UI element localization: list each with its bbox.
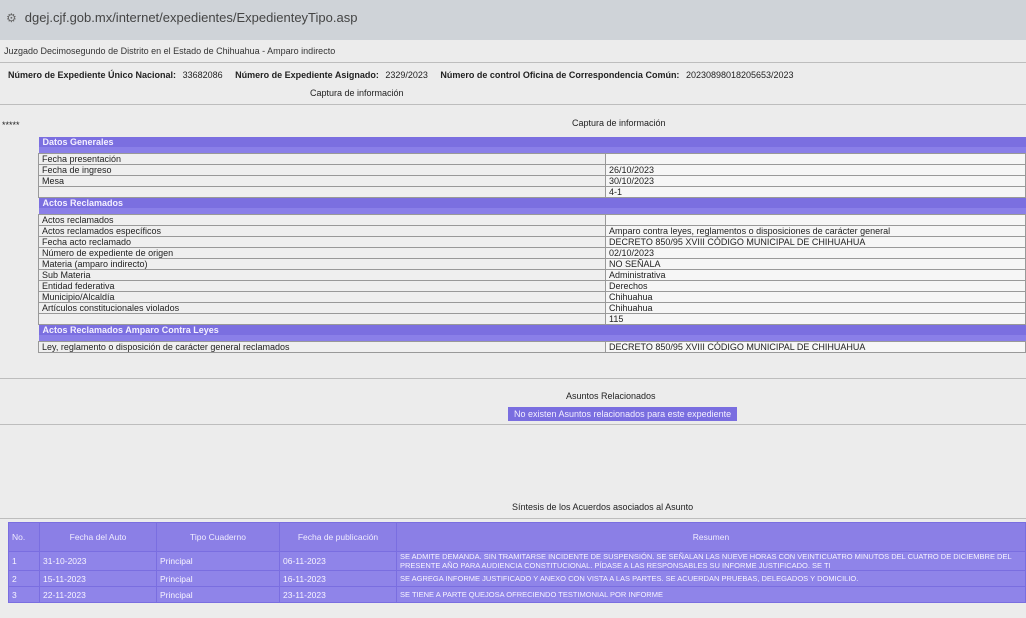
col-header: Tipo Cuaderno: [156, 522, 280, 552]
stars: *****: [2, 120, 20, 130]
table-row: 2 15-11-2023 Principal 16-11-2023 SE AGR…: [8, 570, 1026, 587]
court-name: Juzgado Decimosegundo de Distrito en el …: [4, 46, 336, 56]
expediente-header: Número de Expediente Único Nacional: 336…: [8, 70, 804, 80]
address-bar[interactable]: ⚙ dgej.cjf.gob.mx/internet/expedientes/E…: [6, 10, 357, 25]
table-row: Artículos constitucionales violados Chihu…: [38, 302, 1026, 314]
sintesis-title: Síntesis de los Acuerdos asociados al As…: [512, 502, 694, 512]
table-row: Materia (amparo indirecto) NO SEÑALA: [38, 258, 1026, 270]
divider: [0, 62, 1026, 63]
control-label: Número de control Oficina de Corresponde…: [440, 70, 680, 80]
numero-asignado-label: Número de Expediente Asignado:: [235, 70, 379, 80]
table-header-row: No. Fecha del Auto Tipo Cuaderno Fecha d…: [8, 522, 1026, 552]
acuerdos-table: No. Fecha del Auto Tipo Cuaderno Fecha d…: [8, 522, 1026, 603]
table-row: Municipio/Alcaldía Chihuahua: [38, 291, 1026, 303]
table-row: Ley, reglamento o disposición de carácte…: [38, 341, 1026, 353]
divider: [0, 424, 1026, 425]
table-row: Fecha presentación: [38, 153, 1026, 165]
table-row: 4-1: [38, 186, 1026, 198]
captura-label-2: Captura de información: [572, 118, 666, 128]
col-header: Resumen: [396, 522, 1026, 552]
numero-unico-label: Número de Expediente Único Nacional:: [8, 70, 177, 80]
col-header: No.: [8, 522, 40, 552]
control-value: 20230898018205653/2023: [685, 70, 794, 80]
table-row: Actos reclamados específicos Amparo contr…: [38, 225, 1026, 237]
table-row: Fecha de ingreso 26/10/2023: [38, 164, 1026, 176]
col-header: Fecha del Auto: [39, 522, 157, 552]
table-row: Fecha acto reclamado DECRETO 850/95 XVIII…: [38, 236, 1026, 248]
asuntos-empty-message: No existen Asuntos relacionados para est…: [508, 407, 738, 421]
divider: [0, 518, 1026, 519]
numero-asignado-value: 2329/2023: [385, 70, 428, 80]
col-header: Fecha de publicación: [279, 522, 397, 552]
table-row: Número de expediente de origen 02/10/2023: [38, 247, 1026, 259]
site-info-icon[interactable]: ⚙: [6, 11, 17, 25]
divider: [0, 104, 1026, 105]
table-row: Actos reclamados: [38, 214, 1026, 226]
asuntos-title: Asuntos Relacionados: [566, 391, 656, 401]
url-text: dgej.cjf.gob.mx/internet/expedientes/Exp…: [24, 10, 358, 25]
captura-label: Captura de información: [310, 88, 404, 98]
page-content: Juzgado Decimosegundo de Distrito en el …: [0, 40, 1026, 618]
table-row: Entidad federativa Derechos: [38, 280, 1026, 292]
table-row: 3 22-11-2023 Principal 23-11-2023 SE TIE…: [8, 586, 1026, 603]
section-actos-reclamados: Actos Reclamados: [38, 197, 1026, 208]
table-row: 1 31-10-2023 Principal 06-11-2023 SE ADM…: [8, 551, 1026, 571]
expediente-details-table: Datos Generales Fecha presentación Fecha…: [38, 137, 1026, 353]
table-row: 115: [38, 313, 1026, 325]
section-datos-generales: Datos Generales: [38, 137, 1026, 147]
table-row: Sub Materia Administrativa: [38, 269, 1026, 281]
table-row: Mesa 30/10/2023: [38, 175, 1026, 187]
section-actos-leyes: Actos Reclamados Amparo Contra Leyes: [38, 324, 1026, 335]
numero-unico-value: 33682086: [182, 70, 223, 80]
browser-toolbar: ⚙ dgej.cjf.gob.mx/internet/expedientes/E…: [0, 0, 1026, 41]
divider: [0, 378, 1026, 379]
